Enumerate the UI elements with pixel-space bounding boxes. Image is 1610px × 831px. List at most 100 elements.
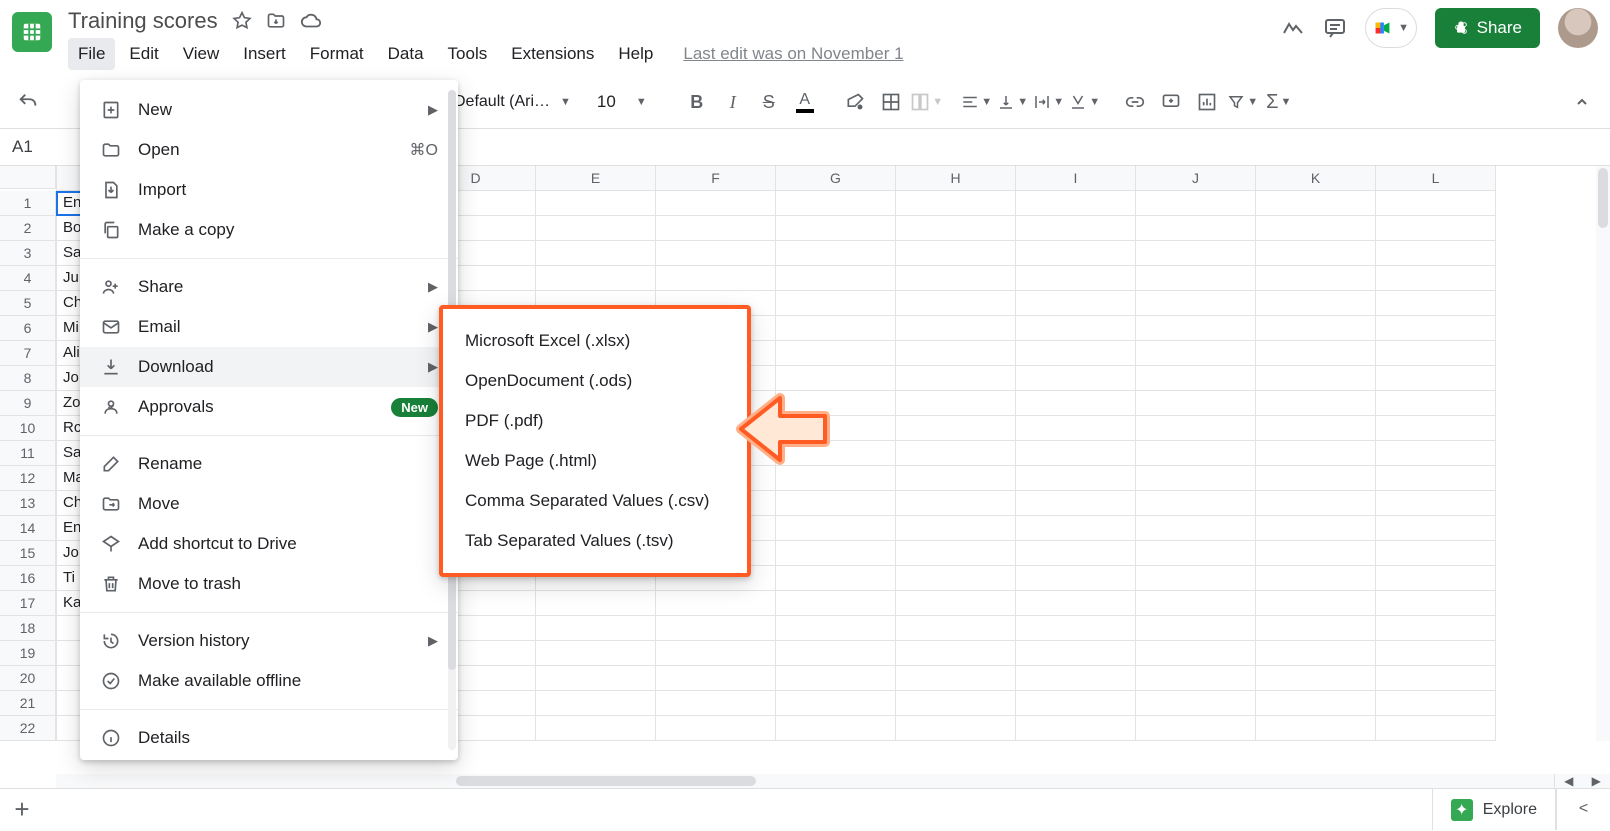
column-header[interactable]: F	[656, 166, 776, 191]
cell[interactable]	[1376, 216, 1496, 241]
cell[interactable]	[1376, 266, 1496, 291]
cell[interactable]	[776, 616, 896, 641]
file-version-history[interactable]: Version history▶	[80, 621, 458, 661]
cell[interactable]	[536, 266, 656, 291]
row-header[interactable]: 12	[0, 466, 56, 491]
row-header[interactable]: 8	[0, 366, 56, 391]
text-wrap-button[interactable]: ▼	[1031, 82, 1067, 122]
move-to-folder-icon[interactable]	[266, 11, 286, 31]
share-button[interactable]: Share	[1435, 8, 1540, 48]
cell[interactable]	[1136, 216, 1256, 241]
cell[interactable]	[1136, 391, 1256, 416]
cell[interactable]	[1016, 491, 1136, 516]
cell[interactable]	[1256, 441, 1376, 466]
cell[interactable]	[1136, 441, 1256, 466]
cell[interactable]	[896, 441, 1016, 466]
sheets-logo[interactable]	[12, 12, 52, 52]
row-header[interactable]: 18	[0, 616, 56, 641]
insert-comment-button[interactable]	[1153, 82, 1189, 122]
menu-data[interactable]: Data	[378, 38, 434, 70]
row-header[interactable]: 1	[0, 191, 56, 216]
cell[interactable]	[1256, 291, 1376, 316]
cell[interactable]	[1256, 366, 1376, 391]
row-header[interactable]: 7	[0, 341, 56, 366]
column-header[interactable]: E	[536, 166, 656, 191]
cell[interactable]	[1016, 216, 1136, 241]
cell[interactable]	[896, 341, 1016, 366]
strikethrough-button[interactable]: S	[751, 82, 787, 122]
text-color-button[interactable]: A	[787, 82, 823, 122]
cell[interactable]	[1376, 366, 1496, 391]
bold-button[interactable]: B	[679, 82, 715, 122]
file-settings[interactable]: Settings	[80, 758, 458, 760]
file-open[interactable]: Open⌘O	[80, 130, 458, 170]
menu-file[interactable]: File	[68, 38, 115, 70]
cell[interactable]	[1256, 341, 1376, 366]
cell[interactable]	[1256, 316, 1376, 341]
cell[interactable]	[1376, 516, 1496, 541]
cell[interactable]	[896, 416, 1016, 441]
file-add-shortcut[interactable]: Add shortcut to Drive	[80, 524, 458, 564]
cell[interactable]	[896, 691, 1016, 716]
cell[interactable]	[1016, 516, 1136, 541]
row-header[interactable]: 19	[0, 641, 56, 666]
merge-cells-button[interactable]: ▼	[909, 82, 945, 122]
cell[interactable]	[1016, 241, 1136, 266]
cell[interactable]	[1376, 491, 1496, 516]
menu-insert[interactable]: Insert	[233, 38, 296, 70]
cell[interactable]	[1376, 241, 1496, 266]
cell[interactable]	[1256, 216, 1376, 241]
cell[interactable]	[1136, 191, 1256, 216]
horizontal-align-button[interactable]: ▼	[959, 82, 995, 122]
undo-button[interactable]	[10, 82, 46, 122]
cell[interactable]	[1256, 641, 1376, 666]
row-header[interactable]: 13	[0, 491, 56, 516]
column-header[interactable]: I	[1016, 166, 1136, 191]
cell[interactable]	[1136, 641, 1256, 666]
cell[interactable]	[656, 591, 776, 616]
cell[interactable]	[1136, 466, 1256, 491]
cell[interactable]	[896, 366, 1016, 391]
cell[interactable]	[896, 491, 1016, 516]
cell[interactable]	[1256, 241, 1376, 266]
file-share[interactable]: Share▶	[80, 267, 458, 307]
row-header[interactable]: 4	[0, 266, 56, 291]
file-rename[interactable]: Rename	[80, 444, 458, 484]
cell[interactable]	[1376, 341, 1496, 366]
cell[interactable]	[656, 216, 776, 241]
cell[interactable]	[896, 516, 1016, 541]
cell[interactable]	[776, 341, 896, 366]
cell[interactable]	[1136, 316, 1256, 341]
cell[interactable]	[1136, 566, 1256, 591]
cell[interactable]	[1016, 541, 1136, 566]
horizontal-scrollbar[interactable]	[56, 774, 1594, 788]
cell[interactable]	[1136, 491, 1256, 516]
row-header[interactable]: 22	[0, 716, 56, 741]
file-move-to-trash[interactable]: Move to trash	[80, 564, 458, 604]
cell[interactable]	[896, 566, 1016, 591]
cell[interactable]	[776, 641, 896, 666]
row-header[interactable]: 15	[0, 541, 56, 566]
cell[interactable]	[1136, 716, 1256, 741]
borders-button[interactable]	[873, 82, 909, 122]
file-make-copy[interactable]: Make a copy	[80, 210, 458, 250]
vertical-scrollbar[interactable]	[1596, 166, 1610, 741]
cell[interactable]	[1016, 716, 1136, 741]
select-all-corner[interactable]	[0, 166, 56, 189]
row-header[interactable]: 6	[0, 316, 56, 341]
cell[interactable]	[656, 641, 776, 666]
cell[interactable]	[1376, 591, 1496, 616]
fill-color-button[interactable]	[837, 82, 873, 122]
cell[interactable]	[776, 191, 896, 216]
cell[interactable]	[1256, 716, 1376, 741]
cell[interactable]	[536, 716, 656, 741]
cell[interactable]	[896, 716, 1016, 741]
row-header[interactable]: 2	[0, 216, 56, 241]
file-move[interactable]: Move	[80, 484, 458, 524]
cell[interactable]	[536, 616, 656, 641]
add-sheet-button[interactable]: +	[0, 789, 44, 831]
cell[interactable]	[896, 291, 1016, 316]
vertical-align-button[interactable]: ▼	[995, 82, 1031, 122]
collapse-toolbar-button[interactable]	[1564, 82, 1600, 122]
row-header[interactable]: 3	[0, 241, 56, 266]
